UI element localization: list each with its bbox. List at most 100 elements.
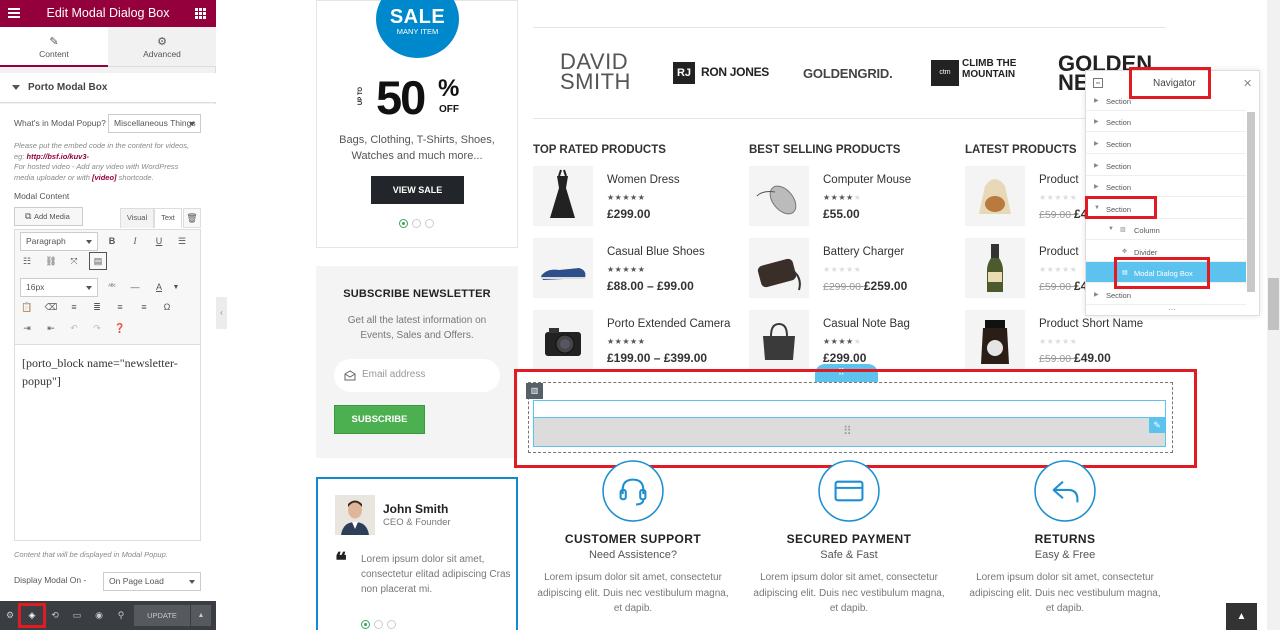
product-image[interactable] xyxy=(749,310,809,370)
align-left-2-icon[interactable]: ≣ xyxy=(90,300,104,314)
carousel-dot-active[interactable] xyxy=(399,219,408,228)
link-icon[interactable]: ⛓ xyxy=(44,254,58,268)
align-right-icon[interactable]: ≡ xyxy=(137,300,151,314)
caret-right-icon[interactable]: ▶ xyxy=(1094,291,1099,298)
product-image[interactable] xyxy=(533,166,593,226)
page-scrollbar-thumb[interactable] xyxy=(1268,278,1279,330)
column-title: BEST SELLING PRODUCTS xyxy=(749,144,901,156)
product-name[interactable]: Product Short Name xyxy=(1039,318,1167,330)
underline-icon[interactable]: U xyxy=(152,234,166,248)
display-modal-select[interactable]: On Page Load xyxy=(103,572,201,591)
current-price: £259.00 xyxy=(863,279,908,293)
modal-popup-select[interactable]: Miscellaneous Things xyxy=(108,114,201,133)
italic-icon[interactable]: I xyxy=(128,234,142,248)
note-link[interactable]: http://bsf.io/kuv3- xyxy=(27,152,90,161)
navigator-close-icon[interactable]: ✕ xyxy=(1243,77,1252,90)
navigator-scrollbar[interactable] xyxy=(1247,112,1255,292)
horizontal-line-icon[interactable]: — xyxy=(128,280,142,294)
product-name[interactable]: Women Dress xyxy=(607,174,733,186)
navigator-resize-handle-icon[interactable]: ⋯ xyxy=(1168,305,1176,314)
product-image[interactable] xyxy=(749,166,809,226)
numbered-list-icon[interactable]: ☷ xyxy=(20,254,34,268)
navigator-row-column[interactable]: ▼ ▥ Column xyxy=(1086,219,1246,240)
caret-right-icon[interactable]: ▶ xyxy=(1094,162,1099,169)
outdent-icon[interactable]: ⇤ xyxy=(44,321,58,335)
align-center-icon[interactable]: ≡ xyxy=(113,300,127,314)
navigator-row-section[interactable]: ▶ Section xyxy=(1086,176,1246,197)
carousel-dot[interactable] xyxy=(412,219,421,228)
navigator-collapse-all-icon[interactable] xyxy=(1093,78,1103,88)
carousel-dot[interactable] xyxy=(425,219,434,228)
indent-icon[interactable]: ⇥ xyxy=(20,321,34,335)
paste-text-icon[interactable]: 📋 xyxy=(20,300,34,314)
panel-collapse-handle[interactable]: ‹ xyxy=(216,297,227,329)
settings-icon[interactable]: ⚙ xyxy=(4,609,16,621)
text-color-dropdown-icon[interactable]: ▼ xyxy=(169,281,183,295)
caret-right-icon[interactable]: ▶ xyxy=(1094,140,1099,147)
fullscreen-icon[interactable]: ⤧ xyxy=(67,254,81,268)
porto-icon[interactable]: ⚲ xyxy=(115,609,127,621)
font-size-select[interactable]: 16px xyxy=(20,278,98,297)
special-character-icon[interactable]: Ω xyxy=(160,300,174,314)
back-to-top-button[interactable]: ▲ xyxy=(1226,603,1257,630)
old-price: £59.00 xyxy=(1039,353,1075,365)
caret-right-icon[interactable]: ▶ xyxy=(1094,97,1099,104)
product-name[interactable]: Casual Blue Shoes xyxy=(607,246,733,258)
navigator-row-section[interactable]: ▶ Section xyxy=(1086,155,1246,176)
clear-format-icon[interactable]: ⌫ xyxy=(44,300,58,314)
add-media-button[interactable]: ⧉ Add Media xyxy=(14,207,83,226)
strikethrough-icon[interactable]: ᴬᴮᶜ xyxy=(105,280,119,294)
rating-stars-empty: ★★★★★ xyxy=(823,265,862,274)
responsive-desktop-icon[interactable]: ▭ xyxy=(71,609,83,621)
navigator-row-section[interactable]: ▶ Section xyxy=(1086,111,1246,132)
brand-climb-the-mountain[interactable]: CLIMB THE MOUNTAIN xyxy=(962,58,1026,80)
history-icon[interactable]: ⟲ xyxy=(49,609,61,621)
view-sale-button[interactable]: VIEW SALE xyxy=(371,176,464,204)
product-name[interactable]: Computer Mouse xyxy=(823,174,949,186)
text-color-icon[interactable]: A xyxy=(152,280,166,294)
product-name[interactable]: Battery Charger xyxy=(823,246,949,258)
product-image[interactable] xyxy=(965,310,1025,370)
update-button[interactable]: UPDATE xyxy=(134,605,190,626)
toolbar-toggle-icon[interactable]: ▤ xyxy=(89,252,107,270)
navigator-row-section[interactable]: ▶ Section xyxy=(1086,133,1246,154)
product-image[interactable] xyxy=(749,238,809,298)
caret-right-icon[interactable]: ▶ xyxy=(1094,118,1099,125)
text-tab-label: Text xyxy=(161,213,175,222)
undo-icon[interactable]: ↶ xyxy=(67,321,81,335)
brand-ron-jones[interactable]: RON JONES xyxy=(701,65,769,79)
redo-icon[interactable]: ↷ xyxy=(90,321,104,335)
text-tab[interactable]: Text xyxy=(154,208,182,228)
product-name[interactable]: Casual Note Bag xyxy=(823,318,949,330)
bullet-list-icon[interactable]: ☰ xyxy=(175,234,189,248)
caret-right-icon[interactable]: ▶ xyxy=(1094,183,1099,190)
testimonial-dot[interactable] xyxy=(387,620,396,629)
product-name[interactable]: Porto Extended Camera xyxy=(607,318,733,330)
product-image[interactable] xyxy=(965,166,1025,226)
testimonial-dot-active[interactable] xyxy=(361,620,370,629)
bold-icon[interactable]: B xyxy=(105,234,119,248)
product-image[interactable] xyxy=(965,238,1025,298)
testimonial-dot[interactable] xyxy=(374,620,383,629)
subscribe-button[interactable]: SUBSCRIBE xyxy=(334,405,425,434)
product-image[interactable] xyxy=(533,238,593,298)
product-image[interactable] xyxy=(533,310,593,370)
caret-down-icon[interactable]: ▼ xyxy=(1108,226,1114,232)
widgets-grid-icon[interactable] xyxy=(195,8,206,19)
editor-content[interactable]: [porto_block name="newsletter-popup"] xyxy=(22,354,197,390)
paragraph-format-select[interactable]: Paragraph xyxy=(20,232,98,251)
tab-advanced[interactable]: ⚙ Advanced xyxy=(108,27,216,67)
divider xyxy=(533,27,1166,28)
preview-eye-icon[interactable]: ◉ xyxy=(93,609,105,621)
help-icon[interactable]: ❓ xyxy=(113,321,127,335)
align-left-icon[interactable]: ≡ xyxy=(67,300,81,314)
brand-david-smith[interactable]: DAVID SMITH xyxy=(560,51,632,93)
current-price: £88.00 – £99.00 xyxy=(607,279,694,293)
trash-icon[interactable]: 🗑 xyxy=(183,208,201,228)
section-toggle-porto-modal-box[interactable]: Porto Modal Box xyxy=(0,73,216,103)
email-input[interactable]: Email address xyxy=(334,359,500,392)
tab-content[interactable]: ✎ Content xyxy=(0,27,108,67)
brand-goldengrid[interactable]: GOLDENGRID. xyxy=(803,66,893,81)
update-options-button[interactable]: ▲ xyxy=(191,605,211,626)
visual-tab[interactable]: Visual xyxy=(120,208,154,228)
